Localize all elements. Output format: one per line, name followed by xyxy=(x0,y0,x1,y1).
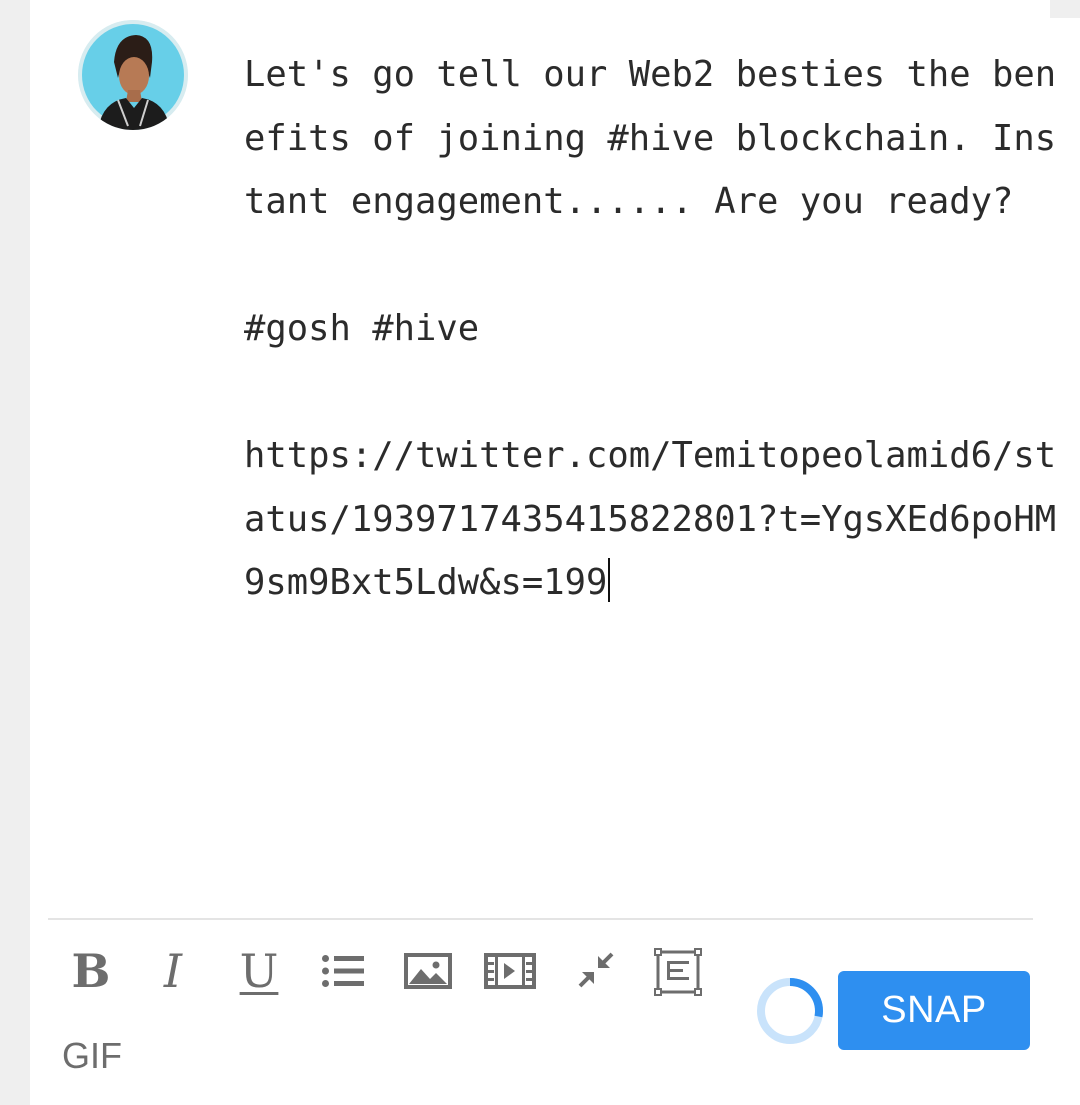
underline-icon: U xyxy=(239,944,279,998)
avatar[interactable] xyxy=(78,20,188,130)
character-count-ring xyxy=(757,978,823,1044)
insert-video-button[interactable] xyxy=(482,948,538,994)
underline-button[interactable]: U xyxy=(236,946,282,996)
snap-button-label: SNAP xyxy=(881,989,987,1031)
toolbar-divider xyxy=(48,918,1033,920)
bullet-list-button[interactable] xyxy=(318,948,368,994)
post-text-area[interactable]: Let's go tell our Web2 besties the benef… xyxy=(244,43,1064,843)
compress-icon xyxy=(578,952,614,988)
bullet-list-icon xyxy=(322,955,364,987)
italic-icon: I xyxy=(163,944,183,998)
gif-button[interactable]: GIF xyxy=(62,1036,124,1076)
snap-button[interactable]: SNAP xyxy=(838,971,1030,1050)
bold-button[interactable]: B xyxy=(70,946,112,996)
italic-button[interactable]: I xyxy=(152,946,194,996)
insert-image-button[interactable] xyxy=(402,948,454,994)
image-icon xyxy=(404,953,452,989)
text-cursor xyxy=(608,558,611,602)
fullscreen-button[interactable] xyxy=(652,946,704,998)
avatar-image xyxy=(78,20,188,130)
bold-icon: B xyxy=(71,944,111,998)
compress-button[interactable] xyxy=(574,948,618,992)
fullscreen-icon xyxy=(654,948,702,996)
video-icon xyxy=(484,953,536,989)
post-text: Let's go tell our Web2 besties the benef… xyxy=(244,54,1057,603)
